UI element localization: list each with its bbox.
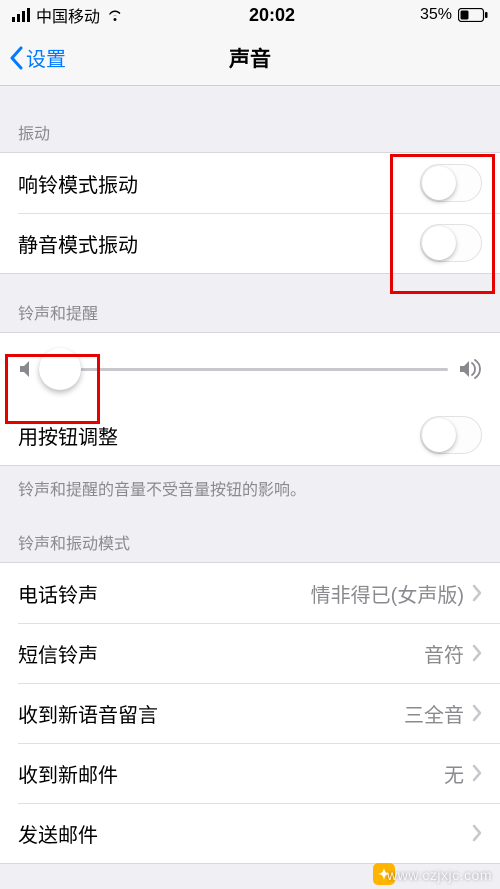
page-title: 声音 <box>229 43 271 73</box>
row-silent-vibrate: 静音模式振动 <box>0 213 500 273</box>
row-label: 电话铃声 <box>18 579 311 608</box>
chevron-right-icon <box>472 824 482 842</box>
group-ringer: 用按钮调整 <box>0 332 500 466</box>
row-label: 静音模式振动 <box>18 229 420 258</box>
nav-bar: 设置 声音 <box>0 30 500 86</box>
row-change-with-buttons: 用按钮调整 <box>0 405 500 465</box>
row-label: 用按钮调整 <box>18 421 420 450</box>
chevron-right-icon <box>472 764 482 782</box>
row-label: 发送邮件 <box>18 819 464 848</box>
back-label: 设置 <box>26 43 66 72</box>
section-header-patterns: 铃声和振动模式 <box>0 504 500 562</box>
chevron-left-icon <box>8 46 24 70</box>
group-vibration: 响铃模式振动 静音模式振动 <box>0 152 500 274</box>
battery-icon <box>458 8 488 22</box>
signal-bars-icon <box>12 8 30 22</box>
section-header-vibration: 振动 <box>0 86 500 152</box>
row-value: 音符 <box>424 639 464 668</box>
chevron-right-icon <box>472 704 482 722</box>
volume-high-icon <box>458 359 482 379</box>
chevron-right-icon <box>472 644 482 662</box>
volume-low-icon <box>18 359 34 379</box>
group-patterns: 电话铃声 情非得已(女声版) 短信铃声 音符 收到新语音留言 三全音 收到新邮件… <box>0 562 500 864</box>
page-root: 中国移动 20:02 35% 设置 声音 振动 响铃模式振动 <box>0 0 500 889</box>
chevron-right-icon <box>472 584 482 602</box>
status-right: 35% <box>420 6 488 24</box>
row-ringtone[interactable]: 电话铃声 情非得已(女声版) <box>0 563 500 623</box>
row-volume-slider <box>0 333 500 405</box>
toggle-change-with-buttons[interactable] <box>420 416 482 454</box>
battery-percent: 35% <box>420 6 452 24</box>
wifi-icon <box>106 8 124 22</box>
row-value: 无 <box>444 759 464 788</box>
carrier-label: 中国移动 <box>36 3 100 27</box>
row-value: 三全音 <box>404 699 464 728</box>
section-header-ringer: 铃声和提醒 <box>0 274 500 332</box>
row-ring-vibrate: 响铃模式振动 <box>0 153 500 213</box>
row-label: 收到新邮件 <box>18 759 444 788</box>
toggle-silent-vibrate[interactable] <box>420 224 482 262</box>
back-button[interactable]: 设置 <box>8 43 66 72</box>
row-newmail[interactable]: 收到新邮件 无 <box>0 743 500 803</box>
watermark-text: www.czjxjc.com <box>387 867 492 883</box>
volume-slider[interactable] <box>44 368 448 371</box>
row-sentmail[interactable]: 发送邮件 <box>0 803 500 863</box>
row-label: 收到新语音留言 <box>18 699 404 728</box>
row-value: 情非得已(女声版) <box>311 579 464 608</box>
row-label: 响铃模式振动 <box>18 169 420 198</box>
section-footer-ringer: 铃声和提醒的音量不受音量按钮的影响。 <box>0 466 500 504</box>
clock: 20:02 <box>249 5 295 26</box>
row-texttone[interactable]: 短信铃声 音符 <box>0 623 500 683</box>
slider-thumb[interactable] <box>39 348 81 390</box>
toggle-ring-vibrate[interactable] <box>420 164 482 202</box>
status-left: 中国移动 <box>12 3 124 27</box>
status-bar: 中国移动 20:02 35% <box>0 0 500 30</box>
row-label: 短信铃声 <box>18 639 424 668</box>
row-voicemail[interactable]: 收到新语音留言 三全音 <box>0 683 500 743</box>
